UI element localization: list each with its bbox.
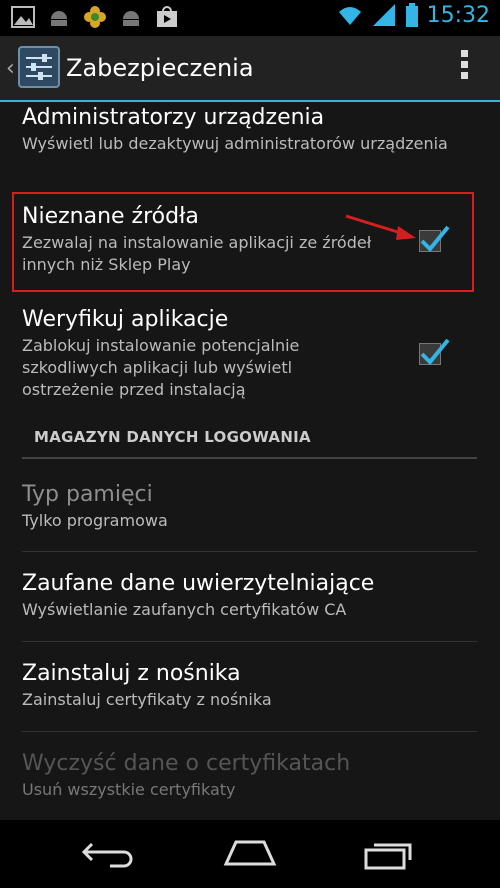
pref-title: Typ pamięci [22, 482, 153, 507]
play-store-icon [157, 6, 177, 27]
home-icon[interactable] [220, 836, 280, 872]
pref-trusted-credentials[interactable]: Zaufane dane uwierzytelniające Wyświetla… [22, 571, 477, 621]
settings-app-icon [18, 46, 60, 88]
pref-summary: Zainstaluj certyfikaty z nośnika [22, 690, 272, 709]
chevron-left-icon: ‹ [6, 56, 15, 81]
overflow-menu-icon[interactable] [458, 50, 470, 86]
pref-title: Zaufane dane uwierzytelniające [22, 571, 375, 596]
pref-summary: Zablokuj instalowanie potencjalnie szkod… [22, 336, 300, 399]
signal-icon [372, 4, 395, 26]
list-divider [22, 731, 477, 732]
navigation-bar [0, 820, 500, 888]
status-bar: 15:32 [0, 0, 500, 36]
pref-title: Zainstaluj z nośnika [22, 661, 241, 686]
battery-icon [405, 3, 418, 27]
checkmark-icon [420, 338, 450, 365]
pref-install-from-storage[interactable]: Zainstaluj z nośnika Zainstaluj certyfik… [22, 661, 477, 711]
pref-device-admins[interactable]: Administratorzy urządzenia Wyświetl lub … [22, 105, 477, 155]
pref-summary: Usuń wszystkie certyfikaty [22, 780, 236, 799]
pref-summary: Wyświetlanie zaufanych certyfikatów CA [22, 600, 347, 619]
action-bar: ‹ Zabezpieczenia [0, 36, 500, 102]
verify-apps-checkbox[interactable] [419, 338, 450, 365]
pref-summary: Wyświetl lub dezaktywuj administratorów … [22, 134, 448, 153]
list-divider [22, 641, 477, 642]
section-header-credential-storage: MAGAZYN DANYCH LOGOWANIA [34, 428, 311, 446]
back-icon[interactable] [80, 836, 140, 872]
settings-list: Administratorzy urządzenia Wyświetl lub … [0, 102, 500, 820]
clock: 15:32 [426, 2, 490, 28]
pref-clear-credentials: Wyczyść dane o certyfikatach Usuń wszyst… [22, 751, 477, 801]
wifi-icon [338, 7, 361, 25]
list-divider [22, 551, 477, 552]
pref-title: Weryfikuj aplikacje [22, 307, 229, 332]
android-icon [123, 11, 139, 26]
up-navigation[interactable]: ‹ [0, 36, 64, 100]
page-title: Zabezpieczenia [66, 54, 254, 82]
annotation-arrow-icon [345, 214, 416, 240]
image-icon [11, 6, 35, 28]
pref-verify-apps[interactable]: Weryfikuj aplikacje Zablokuj instalowani… [22, 307, 382, 401]
pref-storage-type: Typ pamięci Tylko programowa [22, 482, 477, 532]
pref-title: Wyczyść dane o certyfikatach [22, 751, 351, 776]
flower-icon [84, 6, 106, 28]
android-icon [51, 11, 67, 26]
pref-summary: Tylko programowa [22, 511, 168, 530]
recent-apps-icon[interactable] [360, 836, 420, 872]
pref-title: Administratorzy urządzenia [22, 105, 325, 130]
section-divider [22, 457, 477, 459]
